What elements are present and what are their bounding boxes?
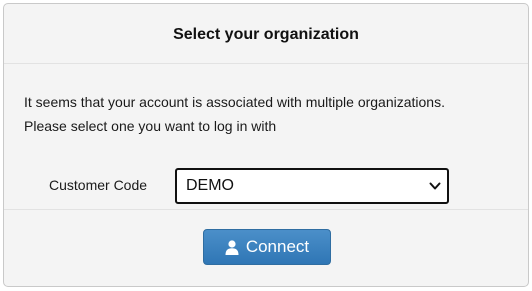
connect-button[interactable]: Connect <box>203 229 331 265</box>
message-line-1: It seems that your account is associated… <box>24 94 445 110</box>
dialog-message: It seems that your account is associated… <box>24 90 445 138</box>
user-icon <box>225 239 239 255</box>
customer-code-value: DEMO <box>186 177 234 194</box>
message-line-2: Please select one you want to log in wit… <box>24 118 277 134</box>
customer-code-label: Customer Code <box>49 177 148 193</box>
chevron-down-icon <box>429 182 441 190</box>
connect-button-label: Connect <box>245 237 310 256</box>
organization-dialog: Select your organization It seems that y… <box>3 3 529 287</box>
dialog-header: Select your organization <box>4 4 528 64</box>
dialog-body: It seems that your account is associated… <box>4 64 528 210</box>
dialog-footer: Connect <box>4 210 528 286</box>
customer-code-select[interactable]: DEMO <box>175 168 449 204</box>
dialog-title: Select your organization <box>173 25 359 43</box>
